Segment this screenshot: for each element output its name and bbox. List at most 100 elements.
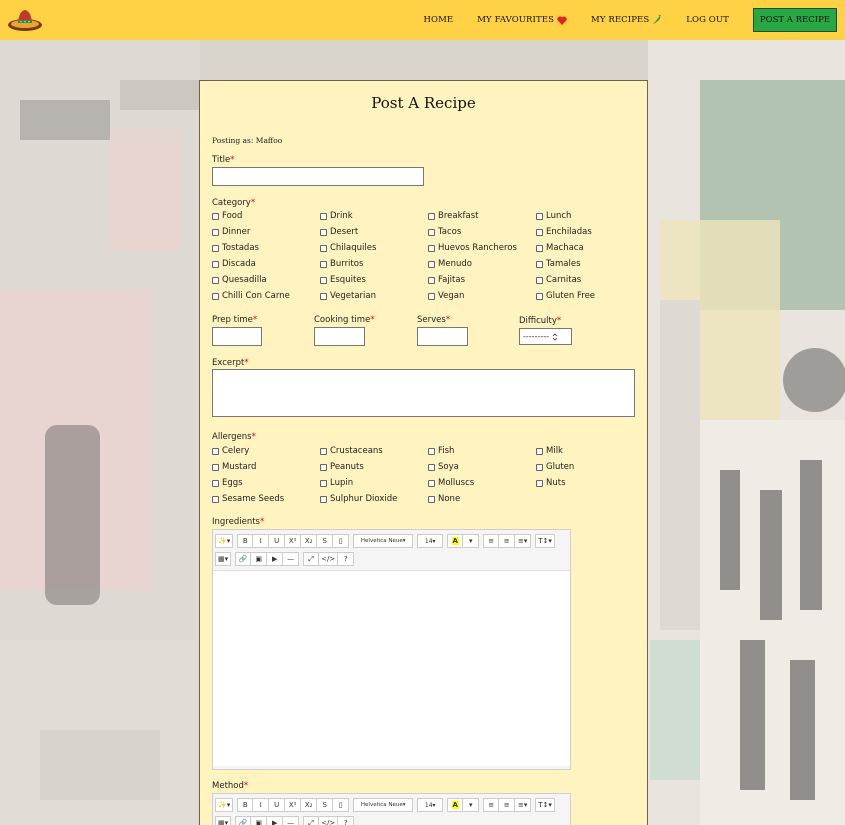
category-checkbox[interactable] [428, 276, 435, 284]
image-icon[interactable]: ▣ [251, 816, 268, 825]
category-checkbox[interactable] [212, 212, 219, 220]
category-option-chilli-con-carne[interactable]: Chilli Con Carne [212, 291, 290, 301]
editor-text-area[interactable] [213, 570, 570, 766]
category-checkbox[interactable] [212, 260, 219, 268]
allergen-checkbox[interactable] [320, 447, 327, 455]
allergen-checkbox[interactable] [212, 495, 219, 503]
cooking-time-input[interactable] [314, 327, 365, 346]
superscript-button[interactable]: X² [285, 534, 302, 548]
allergen-checkbox[interactable] [428, 463, 435, 471]
excerpt-textarea[interactable] [212, 369, 635, 417]
serves-input[interactable] [417, 327, 468, 346]
bulleted-list-icon[interactable]: ≡ [483, 798, 500, 812]
category-checkbox[interactable] [320, 292, 327, 300]
help-button[interactable]: ? [338, 552, 355, 566]
allergen-checkbox[interactable] [320, 495, 327, 503]
allergen-option-eggs[interactable]: Eggs [212, 478, 243, 488]
category-checkbox[interactable] [320, 260, 327, 268]
font-name-dropdown[interactable]: Helvetica Neue ▾ [353, 798, 414, 812]
allergen-option-crustaceans[interactable]: Crustaceans [320, 446, 383, 456]
category-option-drink[interactable]: Drink [320, 211, 353, 221]
category-checkbox[interactable] [428, 244, 435, 252]
post-recipe-button[interactable]: POST A RECIPE [752, 8, 837, 32]
bold-button[interactable]: B [237, 798, 254, 812]
text-height-icon[interactable]: T↕▾ [535, 798, 555, 812]
text-height-icon[interactable]: T↕▾ [535, 534, 555, 548]
category-checkbox[interactable] [428, 260, 435, 268]
nav-logout-link[interactable]: LOG OUT [686, 15, 729, 25]
horizontal-rule-icon[interactable]: — [283, 552, 300, 566]
category-checkbox[interactable] [536, 244, 543, 252]
sombrero-icon[interactable] [7, 6, 43, 34]
category-checkbox[interactable] [320, 276, 327, 284]
magic-wand-icon[interactable]: ✨▾ [215, 798, 234, 812]
numbered-list-icon[interactable]: ≡ [499, 534, 516, 548]
category-checkbox[interactable] [536, 292, 543, 300]
allergen-option-lupin[interactable]: Lupin [320, 478, 353, 488]
category-option-vegan[interactable]: Vegan [428, 291, 464, 301]
allergen-checkbox[interactable] [536, 463, 543, 471]
category-option-tostadas[interactable]: Tostadas [212, 243, 259, 253]
text-color-icon[interactable]: A [447, 534, 464, 548]
allergen-checkbox[interactable] [212, 479, 219, 487]
allergen-option-peanuts[interactable]: Peanuts [320, 462, 364, 472]
nav-my-recipes-link[interactable]: MY RECIPES [591, 15, 662, 25]
allergen-checkbox[interactable] [428, 447, 435, 455]
category-checkbox[interactable] [428, 228, 435, 236]
category-option-food[interactable]: Food [212, 211, 242, 221]
category-checkbox[interactable] [212, 276, 219, 284]
link-icon[interactable]: 🔗 [235, 552, 252, 566]
align-icon[interactable]: ≡▾ [515, 534, 532, 548]
category-option-breakfast[interactable]: Breakfast [428, 211, 478, 221]
allergen-option-nuts[interactable]: Nuts [536, 478, 566, 488]
allergen-option-none[interactable]: None [428, 494, 460, 504]
allergen-option-soya[interactable]: Soya [428, 462, 459, 472]
category-option-fajitas[interactable]: Fajitas [428, 275, 465, 285]
bold-button[interactable]: B [237, 534, 254, 548]
link-icon[interactable]: 🔗 [235, 816, 252, 825]
color-dropdown-icon[interactable]: ▾ [463, 534, 480, 548]
allergen-option-gluten[interactable]: Gluten [536, 462, 574, 472]
category-checkbox[interactable] [428, 292, 435, 300]
allergen-checkbox[interactable] [428, 479, 435, 487]
category-checkbox[interactable] [212, 228, 219, 236]
category-checkbox[interactable] [536, 228, 543, 236]
category-option-lunch[interactable]: Lunch [536, 211, 571, 221]
eraser-icon[interactable]: ▯ [333, 798, 350, 812]
category-option-huevos-rancheros[interactable]: Huevos Rancheros [428, 243, 517, 253]
title-input[interactable] [212, 167, 424, 186]
code-view-button[interactable]: </> [319, 552, 339, 566]
fullscreen-icon[interactable]: ⤢ [303, 816, 320, 825]
allergen-option-celery[interactable]: Celery [212, 446, 249, 456]
category-checkbox[interactable] [536, 212, 543, 220]
category-option-machaca[interactable]: Machaca [536, 243, 584, 253]
italic-button[interactable]: I [253, 798, 270, 812]
allergen-checkbox[interactable] [212, 463, 219, 471]
eraser-icon[interactable]: ▯ [333, 534, 350, 548]
underline-button[interactable]: U [269, 798, 286, 812]
strikethrough-button[interactable]: S [317, 798, 334, 812]
strikethrough-button[interactable]: S [317, 534, 334, 548]
align-icon[interactable]: ≡▾ [515, 798, 532, 812]
allergen-option-sulphur-dioxide[interactable]: Sulphur Dioxide [320, 494, 397, 504]
allergen-checkbox[interactable] [428, 495, 435, 503]
category-checkbox[interactable] [428, 212, 435, 220]
category-checkbox[interactable] [212, 292, 219, 300]
category-option-desert[interactable]: Desert [320, 227, 358, 237]
category-option-gluten-free[interactable]: Gluten Free [536, 291, 595, 301]
video-icon[interactable]: ▶ [267, 552, 284, 566]
table-icon[interactable]: ▦▾ [215, 816, 232, 825]
category-checkbox[interactable] [536, 276, 543, 284]
allergen-option-fish[interactable]: Fish [428, 446, 454, 456]
category-checkbox[interactable] [536, 260, 543, 268]
category-option-chilaquiles[interactable]: Chilaquiles [320, 243, 376, 253]
allergen-checkbox[interactable] [212, 447, 219, 455]
allergen-option-sesame-seeds[interactable]: Sesame Seeds [212, 494, 284, 504]
horizontal-rule-icon[interactable]: — [283, 816, 300, 825]
category-option-quesadilla[interactable]: Quesadilla [212, 275, 267, 285]
category-option-discada[interactable]: Discada [212, 259, 256, 269]
category-checkbox[interactable] [212, 244, 219, 252]
help-button[interactable]: ? [338, 816, 355, 825]
italic-button[interactable]: I [253, 534, 270, 548]
code-view-button[interactable]: </> [319, 816, 339, 825]
